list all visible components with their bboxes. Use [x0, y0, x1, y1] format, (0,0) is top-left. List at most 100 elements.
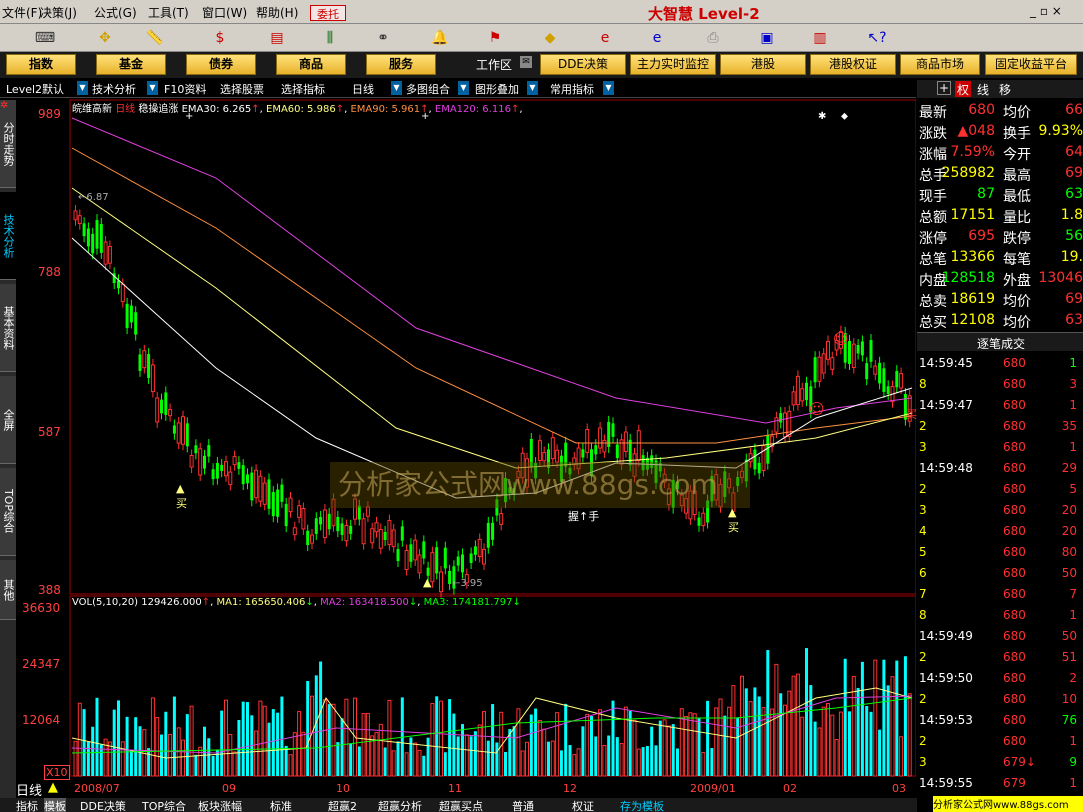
print-icon[interactable]: ⎙	[698, 26, 728, 50]
candle-body	[400, 526, 404, 541]
trust-button[interactable]: 委托	[310, 5, 346, 21]
tech-analysis-menu[interactable]: 技术分析	[92, 81, 136, 97]
commodity-market-button[interactable]: 商品市场	[900, 54, 980, 75]
binoculars-icon[interactable]: ⚭	[368, 26, 398, 50]
volume-bar	[632, 719, 637, 777]
hk-warrant-button[interactable]: 港股权证	[810, 54, 896, 75]
ruler-icon[interactable]: 📏	[140, 26, 170, 50]
volume-bar	[718, 698, 723, 777]
overlay-menu[interactable]: 图形叠加	[475, 81, 519, 97]
tab-warrant[interactable]: 权证	[572, 798, 594, 812]
bars-icon[interactable]: ⫼	[315, 26, 345, 50]
tab-standard[interactable]: 标准	[270, 798, 292, 812]
menu-window[interactable]: 窗口(W)	[202, 4, 247, 21]
tab-chaoying-analysis[interactable]: 超赢分析	[378, 798, 422, 812]
window-controls[interactable]: _ ▫ ×	[1030, 4, 1062, 18]
move-icon[interactable]: ✥	[90, 26, 120, 50]
chevron-down-icon[interactable]: ▼	[391, 81, 402, 95]
chevron-down-icon[interactable]: ▼	[603, 81, 614, 95]
side-tab-other[interactable]: 其他	[0, 560, 16, 620]
tab-line[interactable]: 线	[977, 81, 989, 98]
tab-right[interactable]: 权	[955, 81, 971, 97]
dollar-icon[interactable]: $	[205, 26, 235, 50]
chevron-down-icon[interactable]: ▼	[527, 81, 538, 95]
candle-body	[779, 413, 783, 423]
tab-indicator[interactable]: 指标	[16, 798, 38, 812]
chevron-down-icon[interactable]: ▼	[77, 81, 88, 95]
volume-bar	[340, 718, 344, 776]
tab-top[interactable]: TOP综合	[142, 798, 186, 812]
level2-default[interactable]: Level2默认	[6, 81, 64, 97]
kline-chart[interactable]	[16, 98, 916, 798]
f10-menu[interactable]: F10资料	[164, 81, 206, 97]
triangle-icon[interactable]: ▲	[48, 780, 58, 795]
select-stock-menu[interactable]: 选择股票	[220, 81, 264, 97]
volume-bar	[886, 685, 890, 776]
side-tab-technical[interactable]: 技术分析	[0, 192, 16, 280]
candle-body	[404, 550, 409, 571]
keyboard-icon[interactable]: ⌨	[30, 26, 60, 50]
hk-stock-button[interactable]: 港股	[720, 54, 806, 75]
menu-help[interactable]: 帮助(H)	[256, 4, 298, 21]
dde-decision-button[interactable]: DDE决策	[540, 54, 626, 75]
chevron-down-icon[interactable]: ▼	[458, 81, 469, 95]
window-icon[interactable]: ▣	[752, 26, 782, 50]
tab-template[interactable]: 模板	[44, 798, 66, 812]
main-monitor-button[interactable]: 主力实时监控	[630, 54, 716, 75]
select-indicator-menu[interactable]: 选择指标	[281, 81, 325, 97]
menu-file[interactable]: 文件(F)	[2, 4, 42, 21]
period-indicator[interactable]: 日线	[16, 780, 42, 799]
info-icon[interactable]: e	[642, 26, 672, 50]
volume-bar	[448, 699, 452, 776]
side-tab-fullscreen[interactable]: 全屏	[0, 376, 16, 464]
menu-tools[interactable]: 工具(T)	[148, 4, 189, 21]
tab-save-template[interactable]: 存为模板	[620, 798, 664, 812]
cash-icon[interactable]: ▤	[262, 26, 292, 50]
candle-body	[830, 357, 835, 370]
side-tab-minute[interactable]: 分时走势	[0, 100, 16, 188]
tab-move[interactable]: 移	[999, 81, 1011, 98]
tab-sector[interactable]: 板块涨幅	[198, 798, 242, 812]
volume-bar	[439, 700, 443, 777]
chevron-down-icon[interactable]: ▼	[147, 81, 158, 95]
menu-formula[interactable]: 公式(G)	[94, 4, 137, 21]
books-icon[interactable]: ▥	[805, 26, 835, 50]
tab-chaoying2[interactable]: 超赢2	[328, 798, 357, 812]
tab-normal[interactable]: 普通	[512, 798, 534, 812]
hot-icon[interactable]: e	[590, 26, 620, 50]
quote-label: 总卖	[919, 294, 947, 310]
alarm-icon[interactable]: 🔔	[425, 26, 455, 50]
buy-marker: ▲ 买	[728, 506, 739, 534]
flag-icon[interactable]: ⚑	[480, 26, 510, 50]
fixed-income-button[interactable]: 固定收益平台	[985, 54, 1077, 75]
plus-icon[interactable]: +	[937, 81, 951, 95]
period-menu[interactable]: 日线	[352, 81, 374, 97]
volume-bar	[753, 687, 757, 776]
side-tab-top[interactable]: TOP综合	[0, 468, 16, 556]
nav-index-button[interactable]: 指数	[6, 54, 76, 75]
nav-bond-button[interactable]: 债券	[186, 54, 256, 75]
common-indicator-menu[interactable]: 常用指标	[550, 81, 594, 97]
candle-body	[826, 340, 830, 360]
nav-service-button[interactable]: 服务	[366, 54, 436, 75]
volume-bar	[706, 700, 710, 776]
candle-body	[555, 449, 560, 463]
candle-body	[439, 571, 443, 593]
candle-body	[473, 546, 477, 555]
diamond-icon[interactable]: ◆	[535, 26, 565, 50]
menu-decision[interactable]: 决策(J)	[40, 4, 77, 21]
tab-chaoying-buy[interactable]: 超赢买点	[439, 798, 483, 812]
help-cursor-icon[interactable]: ↖?	[862, 26, 892, 50]
tick-time: 3	[919, 755, 927, 769]
multi-chart-menu[interactable]: 多图组合	[406, 81, 450, 97]
tick-row: 3 679↓ 9	[917, 752, 1083, 773]
nav-commodity-button[interactable]: 商品	[276, 54, 346, 75]
candle-body	[194, 445, 198, 454]
nav-fund-button[interactable]: 基金	[96, 54, 166, 75]
mail-icon[interactable]: ✉	[520, 56, 532, 68]
side-tab-basic[interactable]: 基本资料	[0, 284, 16, 372]
tab-dde[interactable]: DDE决策	[80, 798, 126, 812]
tick-row: 2 680 10	[917, 689, 1083, 710]
high-annotation: ←6.87	[78, 192, 109, 203]
settings-gear-icon[interactable]: ✲	[0, 100, 8, 111]
